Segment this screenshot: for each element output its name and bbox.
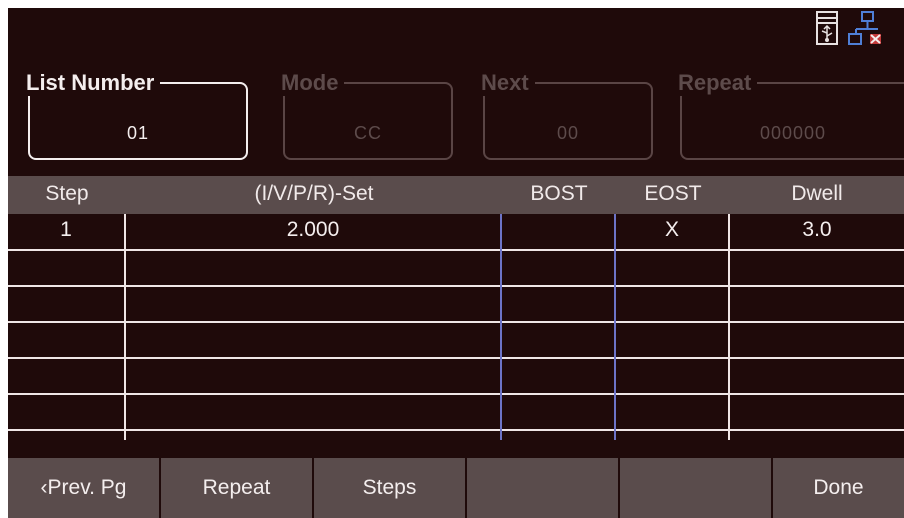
column-header-eost: EOST — [644, 182, 702, 205]
repeat-value: 000000 — [759, 123, 827, 143]
softkey-4-button[interactable] — [467, 458, 618, 518]
network-disconnected-icon — [848, 11, 881, 45]
row-divider — [8, 285, 904, 287]
steps-button[interactable]: Steps — [314, 458, 465, 518]
column-divider — [728, 214, 730, 440]
column-divider — [124, 214, 126, 440]
column-header-set: (I/V/P/R)-Set — [254, 182, 374, 205]
list-number-label: List Number — [20, 70, 161, 96]
prev-page-button[interactable]: ‹Prev. Pg — [8, 458, 159, 518]
instrument-screen: List Number 01 Mode CC Next 00 Repeat 00… — [8, 8, 904, 518]
list-number-value: 01 — [126, 123, 150, 143]
softkey-bar: ‹Prev. Pg Repeat Steps Done — [8, 458, 904, 518]
usb-drive-icon — [816, 11, 838, 45]
softkey-5-button[interactable] — [620, 458, 771, 518]
cell-set: 2.000 — [286, 218, 340, 241]
repeat-label: Repeat — [672, 70, 758, 96]
column-header-bost: BOST — [530, 182, 588, 205]
column-header-step: Step — [45, 182, 89, 205]
mode-field[interactable]: Mode CC — [275, 70, 453, 160]
next-label: Next — [475, 70, 535, 96]
row-divider — [8, 393, 904, 395]
done-button[interactable]: Done — [773, 458, 904, 518]
column-divider — [614, 214, 616, 440]
column-divider — [500, 214, 502, 440]
cell-dwell: 3.0 — [802, 218, 832, 241]
column-header-dwell: Dwell — [791, 182, 843, 205]
repeat-field[interactable]: Repeat 000000 — [672, 70, 904, 160]
row-divider — [8, 357, 904, 359]
mode-value: CC — [354, 123, 382, 143]
row-divider — [8, 429, 904, 431]
cell-step: 1 — [60, 218, 72, 241]
list-number-field[interactable]: List Number 01 — [20, 70, 248, 160]
row-divider — [8, 321, 904, 323]
repeat-button[interactable]: Repeat — [161, 458, 312, 518]
row-divider — [8, 249, 904, 251]
mode-label: Mode — [275, 70, 345, 96]
next-value: 00 — [556, 123, 580, 143]
cell-eost: X — [664, 218, 679, 241]
table-header: Step (I/V/P/R)-Set BOST EOST Dwell — [8, 176, 904, 214]
next-field[interactable]: Next 00 — [475, 70, 653, 160]
